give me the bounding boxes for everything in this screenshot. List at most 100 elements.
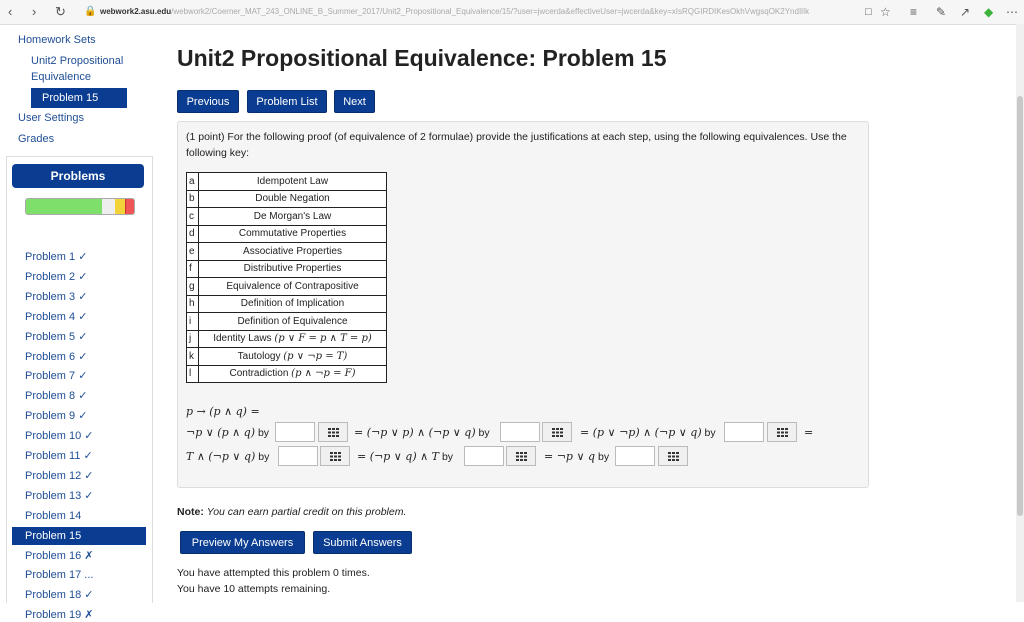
progress-bar (25, 198, 135, 215)
browser-toolbar: ‹ › ↻ 🔒 webwork2.asu.edu/webwork2/Coerne… (0, 0, 1024, 25)
answer-menu-button-3[interactable] (767, 422, 797, 442)
key-letter: g (186, 277, 199, 296)
scroll-thumb[interactable] (1017, 96, 1023, 516)
progress-partial (115, 199, 125, 214)
back-arrow-icon[interactable]: ‹ (8, 4, 12, 20)
forward-arrow-icon[interactable]: › (32, 4, 36, 20)
more-options-icon[interactable]: ⋯ (1006, 4, 1018, 20)
key-law-label: Definition of Equivalence (237, 315, 348, 327)
key-row: g Equivalence of Contrapositive (186, 277, 387, 296)
favorite-star-icon[interactable]: ☆ (880, 4, 891, 20)
submit-answers-button[interactable]: Submit Answers (313, 531, 412, 554)
nav-user-settings[interactable]: User Settings (18, 110, 84, 126)
key-law-label: Associative Properties (243, 245, 342, 257)
previous-button[interactable]: Previous (177, 90, 239, 113)
key-letter: a (186, 172, 199, 191)
key-law-label: Identity Laws (213, 333, 272, 345)
progress-correct (26, 199, 102, 214)
problem-list-item[interactable]: Problem 13 ✓ (25, 489, 94, 503)
key-law-name: Commutative Properties (198, 224, 387, 243)
key-row: e Associative Properties (186, 242, 387, 261)
problem-list-item[interactable]: Problem 11 ✓ (25, 449, 93, 463)
key-letter: b (186, 189, 199, 208)
proof-step-6: = ¬p ∨ q by (544, 450, 610, 463)
problem-list-item[interactable]: Problem 10 ✓ (25, 429, 94, 443)
share-icon[interactable]: ↗ (960, 4, 970, 20)
refresh-icon[interactable]: ↻ (55, 4, 66, 20)
answer-input-4[interactable] (278, 446, 318, 466)
partial-credit-note: Note: You can earn partial credit on thi… (177, 506, 406, 518)
nav-current-problem[interactable]: Problem 15 (31, 88, 127, 108)
pen-icon[interactable]: ✎ (936, 4, 946, 20)
answer-input-6[interactable] (615, 446, 655, 466)
key-row: h Definition of Implication (186, 294, 387, 313)
key-letter: f (186, 259, 199, 278)
problem-list-item[interactable]: Problem 6 ✓ (25, 350, 87, 364)
key-letter: k (186, 347, 199, 366)
problem-list-item[interactable]: Problem 5 ✓ (25, 330, 87, 344)
nav-homework-sets[interactable]: Homework Sets (18, 32, 96, 48)
answer-menu-button-2[interactable] (542, 422, 572, 442)
key-law-label: Double Negation (255, 193, 330, 205)
problem-list-item[interactable]: Problem 1 ✓ (25, 250, 87, 264)
problem-list-item[interactable]: Problem 17 ... (25, 568, 93, 582)
answer-input-1[interactable] (275, 422, 315, 442)
nav-unit-line1[interactable]: Unit2 Propositional (31, 53, 123, 69)
page-scrollbar[interactable] (1016, 24, 1024, 602)
key-letter: l (186, 364, 199, 383)
problem-list-item[interactable]: Problem 19 ✗ (25, 608, 94, 622)
shield-icon[interactable]: ◆ (984, 4, 993, 20)
problem-list-button[interactable]: Problem List (247, 90, 327, 113)
key-row: k Tautology (p ∨ ¬p = T) (186, 347, 387, 366)
key-letter: d (186, 224, 199, 243)
key-law-name: Contradiction (p ∧ ¬p = F) (198, 364, 387, 383)
key-law-label: Tautology (237, 350, 281, 362)
answer-input-5[interactable] (464, 446, 504, 466)
answer-input-2[interactable] (500, 422, 540, 442)
problem-list-item[interactable]: Problem 4 ✓ (25, 310, 87, 324)
proof-step-4: T ∧ (¬p ∨ q) by (186, 450, 270, 463)
problem-list-item[interactable]: Problem 2 ✓ (25, 270, 87, 284)
answer-menu-button-1[interactable] (318, 422, 348, 442)
hub-icon[interactable]: ≡ (910, 4, 917, 20)
key-letter: i (186, 312, 199, 331)
problem-list-item[interactable]: Problem 14 (25, 509, 81, 523)
reading-view-icon[interactable]: □ (865, 4, 872, 20)
problem-list-item[interactable]: Problem 16 ✗ (25, 549, 94, 563)
proof-step-2: = (¬p ∨ p) ∧ (¬p ∨ q) by (354, 426, 490, 439)
key-law-label: Contradiction (229, 368, 289, 380)
preview-answers-button[interactable]: Preview My Answers (180, 531, 305, 554)
answer-input-3[interactable] (724, 422, 764, 442)
key-law-formula: (p ∨ ¬p = T) (283, 350, 348, 362)
key-row: d Commutative Properties (186, 224, 387, 243)
problem-list-item[interactable]: Problem 3 ✓ (25, 290, 87, 304)
key-law-name: Associative Properties (198, 242, 387, 261)
grid-icon (668, 452, 679, 461)
problem-list-item[interactable]: Problem 15 (12, 526, 146, 545)
key-law-name: Identity Laws (p ∨ F = p ∧ T = p) (198, 329, 387, 348)
nav-grades[interactable]: Grades (18, 131, 54, 147)
problem-list-item[interactable]: Problem 7 ✓ (25, 369, 87, 383)
note-text: You can earn partial credit on this prob… (206, 506, 407, 518)
answer-menu-button-6[interactable] (658, 446, 688, 466)
key-law-label: Definition of Implication (240, 298, 345, 310)
key-law-label: Idempotent Law (256, 175, 329, 187)
key-law-name: Definition of Implication (198, 294, 387, 313)
problems-panel: Problems Problem 1 ✓ Problem 2 ✓ Problem 3… (6, 156, 153, 621)
problem-list-item[interactable]: Problem 12 ✓ (25, 469, 94, 483)
key-row: i Definition of Equivalence (186, 312, 387, 331)
key-row: l Contradiction (p ∧ ¬p = F) (186, 364, 387, 383)
key-law-name: De Morgan's Law (198, 207, 387, 226)
answer-menu-button-4[interactable] (320, 446, 350, 466)
problem-list-item[interactable]: Problem 18 ✓ (25, 588, 94, 602)
answer-menu-button-5[interactable] (506, 446, 536, 466)
key-law-name: Double Negation (198, 189, 387, 208)
key-row: a Idempotent Law (186, 172, 387, 191)
problem-list-item[interactable]: Problem 9 ✓ (25, 409, 87, 423)
address-bar[interactable]: webwork2.asu.edu/webwork2/Coerner_MAT_24… (100, 5, 860, 19)
equivalence-key-table: a Idempotent Law b Double Negation c De Morga… (186, 172, 387, 383)
problem-list-item[interactable]: Problem 8 ✓ (25, 389, 87, 403)
nav-unit-line2[interactable]: Equivalence (31, 69, 91, 85)
key-law-name: Definition of Equivalence (198, 312, 387, 331)
next-button[interactable]: Next (334, 90, 375, 113)
